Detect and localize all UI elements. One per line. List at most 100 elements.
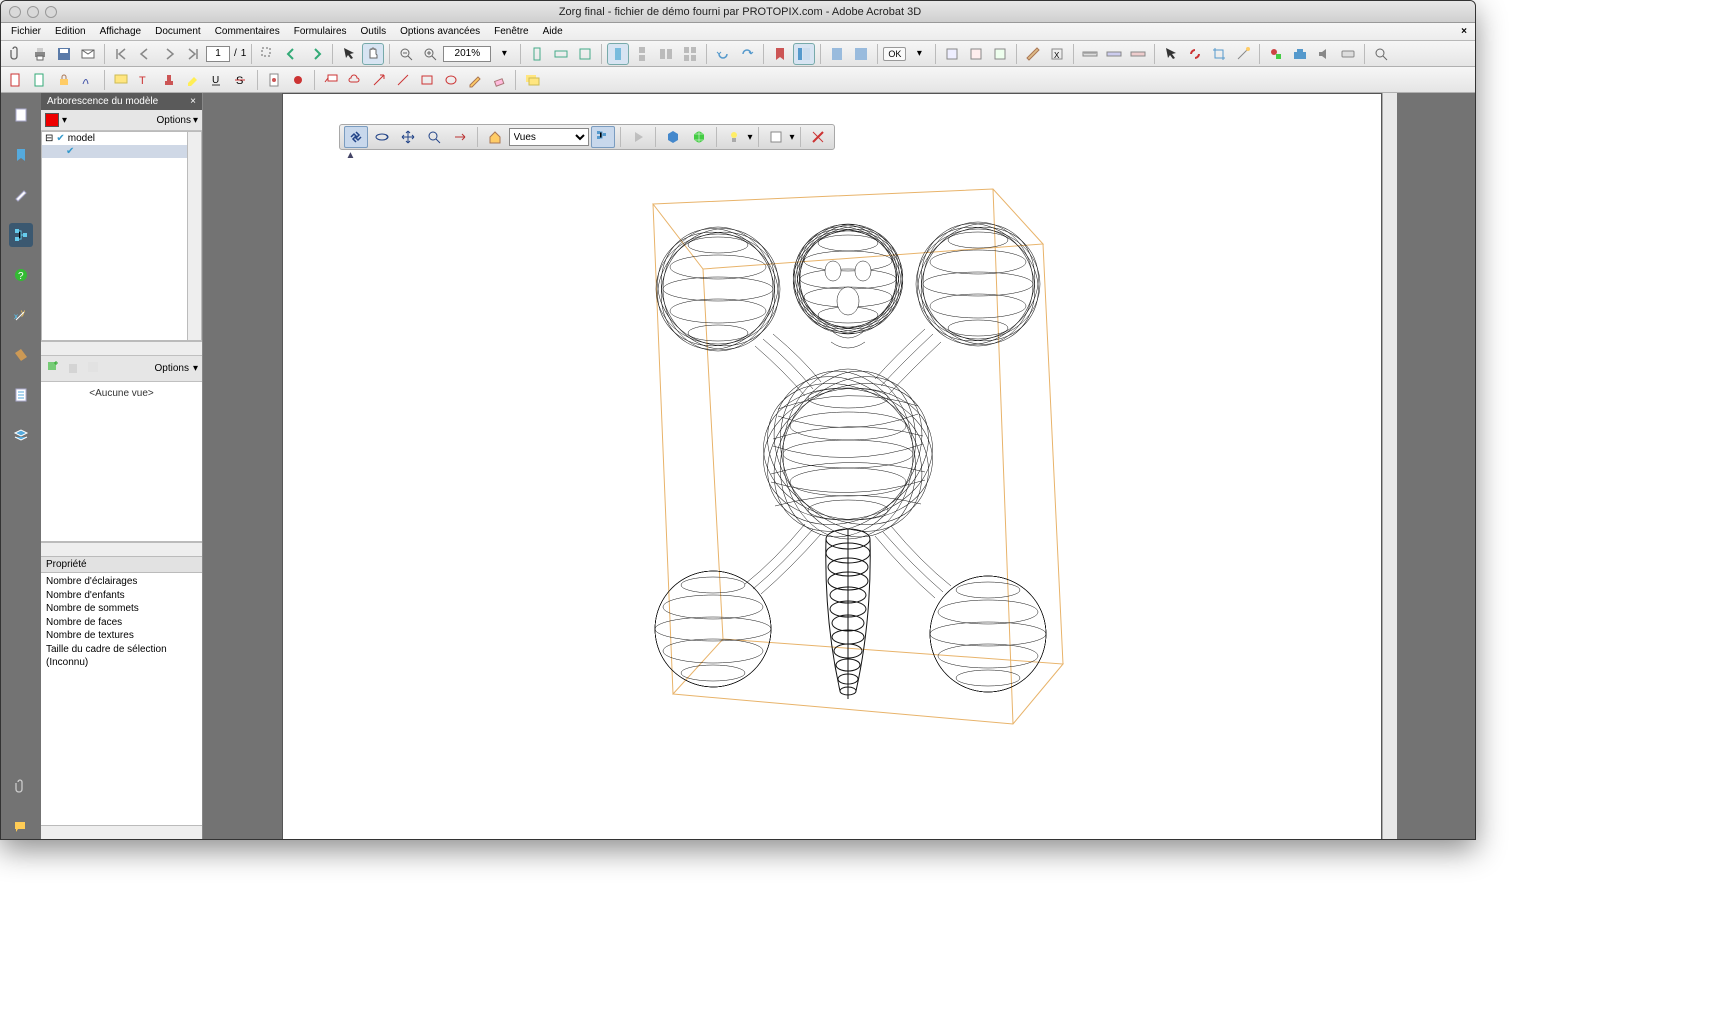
views-list[interactable]: <Aucune vue> (41, 382, 202, 542)
ruler3-icon[interactable] (1127, 43, 1149, 65)
shapes-icon[interactable] (1265, 43, 1287, 65)
eraser-icon[interactable] (488, 69, 510, 91)
zoom-tool-icon[interactable] (422, 126, 446, 148)
menu-commentaires[interactable]: Commentaires (209, 25, 286, 38)
callout-icon[interactable] (320, 69, 342, 91)
create-pdf-icon[interactable] (5, 69, 27, 91)
views-options-dropdown-icon[interactable]: ▾ (193, 363, 198, 374)
tree-panel-icon[interactable] (793, 43, 815, 65)
forward-icon[interactable] (305, 43, 327, 65)
menu-formulaires[interactable]: Formulaires (288, 25, 353, 38)
facing-icon[interactable] (655, 43, 677, 65)
render-mode-icon[interactable] (661, 126, 685, 148)
fit-page-icon[interactable] (574, 43, 596, 65)
attach-file-icon[interactable] (263, 69, 285, 91)
back-icon[interactable] (281, 43, 303, 65)
form2-icon[interactable] (965, 43, 987, 65)
rail-help-icon[interactable]: ? (9, 263, 33, 287)
delete-view-icon[interactable] (65, 359, 81, 378)
menu-edition[interactable]: Edition (49, 25, 92, 38)
page-view[interactable]: Vues ▾ ▾ ▲ (282, 93, 1382, 839)
page-first-icon[interactable] (110, 43, 132, 65)
tree-scroll-v[interactable] (187, 132, 201, 340)
model-tree[interactable]: ⊟ ✔ model ✔ (41, 131, 202, 341)
views-scroll-h[interactable] (41, 542, 202, 556)
menu-fenetre[interactable]: Fenêtre (488, 25, 534, 38)
rotate-tool-icon[interactable] (344, 126, 368, 148)
fit-height-icon[interactable] (526, 43, 548, 65)
object-icon[interactable]: X (1046, 43, 1068, 65)
toolbox-icon[interactable] (1289, 43, 1311, 65)
model-3d-canvas[interactable] (613, 184, 1093, 744)
play-anim-icon[interactable] (626, 126, 650, 148)
mail-icon[interactable] (77, 43, 99, 65)
walk-tool-icon[interactable] (448, 126, 472, 148)
bgcolor-dropdown-icon[interactable]: ▾ (790, 132, 795, 143)
print-icon[interactable] (29, 43, 51, 65)
rail-layers-icon[interactable] (9, 383, 33, 407)
cloud-icon[interactable] (344, 69, 366, 91)
zoom-dropdown-icon[interactable]: ▾ (493, 43, 515, 65)
strikeout-icon[interactable]: S (230, 69, 252, 91)
cross-section-icon[interactable] (806, 126, 830, 148)
zoom-in-icon[interactable] (419, 43, 441, 65)
wand-icon[interactable] (1232, 43, 1254, 65)
record-audio-icon[interactable] (287, 69, 309, 91)
color-swatch[interactable] (45, 113, 59, 127)
pan-tool-icon[interactable] (396, 126, 420, 148)
panel-close-icon[interactable]: × (190, 96, 196, 107)
sound-icon[interactable] (1313, 43, 1335, 65)
options-dropdown-icon[interactable]: ▾ (193, 115, 198, 126)
rail-comments-icon[interactable] (9, 815, 33, 839)
save-icon[interactable] (53, 43, 75, 65)
tree-scroll-h[interactable] (41, 341, 202, 355)
tree-collapse-icon[interactable]: ⊟ (45, 133, 53, 144)
marquee-zoom-icon[interactable] (257, 43, 279, 65)
page-next-icon[interactable] (158, 43, 180, 65)
menu-document[interactable]: Document (149, 25, 207, 38)
measure-icon[interactable] (1022, 43, 1044, 65)
rail-pages-icon[interactable] (9, 103, 33, 127)
continuous-icon[interactable] (631, 43, 653, 65)
views-select[interactable]: Vues (509, 128, 589, 146)
close-window-icon[interactable] (9, 6, 21, 18)
note-icon[interactable] (110, 69, 132, 91)
rotate-ccw-icon[interactable] (736, 43, 758, 65)
view-props-icon[interactable] (85, 359, 101, 378)
export-icon[interactable] (29, 69, 51, 91)
tree-root-row[interactable]: ⊟ ✔ model (42, 132, 201, 145)
rect-icon[interactable] (416, 69, 438, 91)
bgcolor-icon[interactable] (764, 126, 788, 148)
tree-check-icon[interactable]: ✔ (56, 133, 64, 144)
fullscreen-icon[interactable] (850, 43, 872, 65)
model-tree-toggle-icon[interactable] (591, 126, 615, 148)
props-scroll-h[interactable] (41, 825, 202, 839)
add-view-icon[interactable] (45, 359, 61, 378)
rail-bookmarks-icon[interactable] (9, 143, 33, 167)
page-last-icon[interactable] (182, 43, 204, 65)
bookmark-icon[interactable] (769, 43, 791, 65)
swatch-dropdown-icon[interactable]: ▾ (62, 115, 67, 126)
stamp-icon[interactable] (158, 69, 180, 91)
render-mode2-icon[interactable] (687, 126, 711, 148)
facing-cont-icon[interactable] (679, 43, 701, 65)
highlight-icon[interactable] (182, 69, 204, 91)
line-icon[interactable] (392, 69, 414, 91)
show-comments-icon[interactable] (521, 69, 543, 91)
menu-fichier[interactable]: Fichier (5, 25, 47, 38)
tree-check-icon[interactable]: ✔ (66, 146, 74, 157)
ruler2-icon[interactable] (1103, 43, 1125, 65)
rail-attachment-icon[interactable] (9, 775, 33, 799)
tree-child-row[interactable]: ✔ (42, 145, 201, 158)
menu-aide[interactable]: Aide (537, 25, 569, 38)
document-scroll-v[interactable] (1382, 93, 1397, 839)
arrow-annot-icon[interactable] (368, 69, 390, 91)
search-icon[interactable] (1370, 43, 1392, 65)
link-icon[interactable] (1184, 43, 1206, 65)
form-icon[interactable] (941, 43, 963, 65)
oval-icon[interactable] (440, 69, 462, 91)
page-prev-icon[interactable] (134, 43, 156, 65)
rail-tags-icon[interactable] (9, 343, 33, 367)
form3-icon[interactable] (989, 43, 1011, 65)
home-view-icon[interactable] (483, 126, 507, 148)
